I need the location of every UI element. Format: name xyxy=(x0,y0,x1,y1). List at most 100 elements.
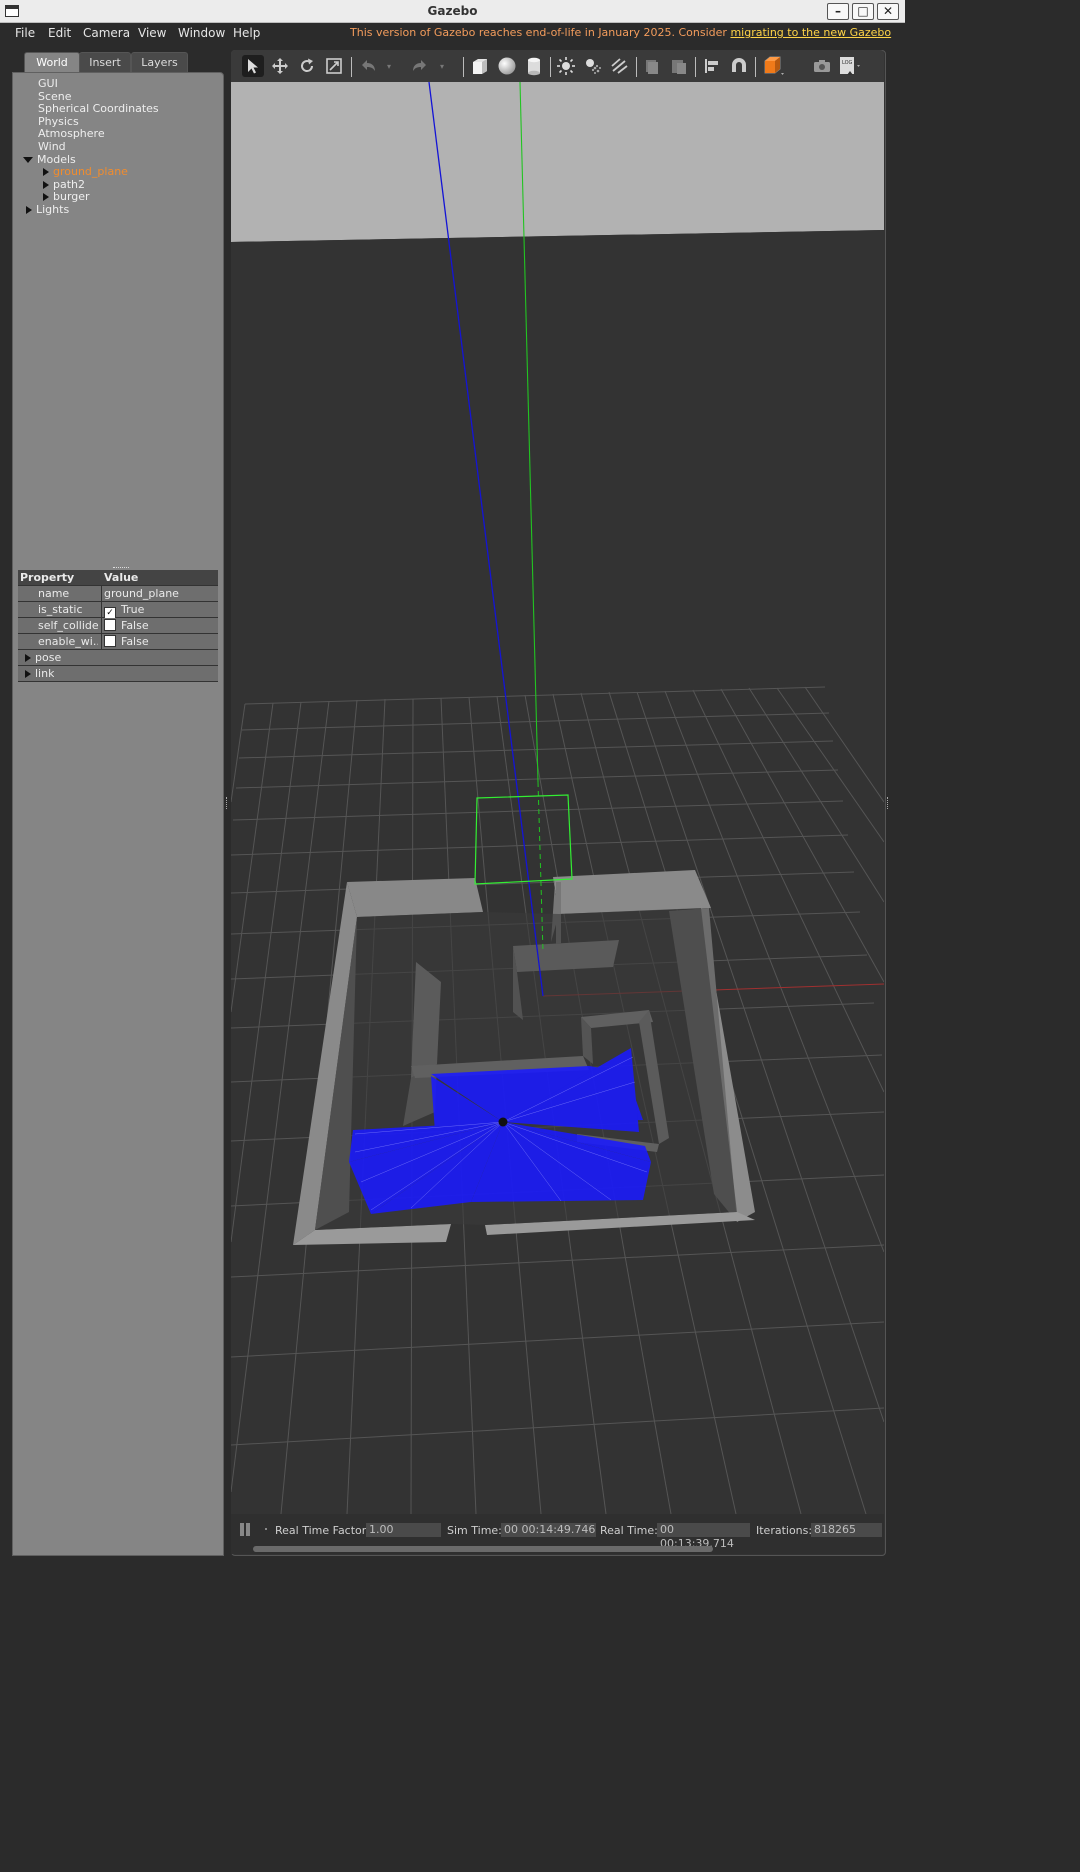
tree-item-lights[interactable]: Lights xyxy=(26,203,69,216)
menu-window[interactable]: Window xyxy=(178,26,225,40)
property-row-is-static[interactable]: is_static ✓ True xyxy=(18,602,218,619)
pause-icon-bar[interactable] xyxy=(246,1523,250,1536)
toolbar-separator xyxy=(463,57,464,77)
lights-label: Lights xyxy=(36,203,70,216)
checkbox-label: False xyxy=(121,635,149,648)
migration-link[interactable]: migrating to the new Gazebo xyxy=(730,26,891,39)
real-time-label: Real Time: xyxy=(600,1524,658,1537)
scale-icon[interactable] xyxy=(323,55,345,77)
menu-file[interactable]: File xyxy=(15,26,35,40)
collapsed-arrow-icon[interactable] xyxy=(43,193,49,201)
property-row-self-collide[interactable]: self_collide False xyxy=(18,618,218,634)
property-name: name xyxy=(38,587,70,600)
align-icon[interactable] xyxy=(701,55,723,77)
tree-item-wind[interactable]: Wind xyxy=(38,140,66,153)
tab-insert[interactable]: Insert xyxy=(79,52,131,72)
translate-icon[interactable] xyxy=(269,55,291,77)
tree-item-ground-plane[interactable]: ground_plane xyxy=(43,165,128,178)
log-icon[interactable]: LOG xyxy=(837,55,863,77)
checkbox-label: True xyxy=(121,603,145,616)
spot-light-icon[interactable] xyxy=(582,55,604,77)
sim-time-value: 00 00:14:49.746 xyxy=(501,1523,596,1537)
property-panel: Property Value name ground_plane is_stat… xyxy=(12,570,224,1556)
collapsed-arrow-icon[interactable] xyxy=(43,181,49,189)
collapsed-arrow-icon[interactable] xyxy=(25,670,31,678)
menu-view[interactable]: View xyxy=(138,26,166,40)
redo-icon[interactable] xyxy=(409,55,431,77)
paste-icon[interactable] xyxy=(668,55,690,77)
toolbar-separator xyxy=(755,57,756,77)
window-title: Gazebo xyxy=(427,4,478,18)
self-collide-checkbox[interactable] xyxy=(104,619,116,631)
left-panel: World Insert Layers GUI Scene Spherical … xyxy=(12,46,224,1556)
toolbar-separator xyxy=(636,57,637,77)
enable-wind-checkbox[interactable] xyxy=(104,635,116,647)
left-panel-grip[interactable] xyxy=(226,797,230,809)
tree-item-burger[interactable]: burger xyxy=(43,190,90,203)
property-value: ground_plane xyxy=(104,587,179,600)
screenshot-icon[interactable] xyxy=(811,55,833,77)
toolbar: ▾ ▾ LOG xyxy=(231,50,884,82)
collapsed-arrow-icon[interactable] xyxy=(26,206,32,214)
expanded-arrow-icon[interactable] xyxy=(23,157,33,163)
window-titlebar: Gazebo – □ ✕ xyxy=(0,0,905,23)
property-value: False xyxy=(104,619,214,632)
3d-viewport[interactable] xyxy=(230,81,885,1515)
toolbar-separator xyxy=(550,57,551,77)
pause-icon[interactable] xyxy=(240,1523,244,1536)
view-angle-icon[interactable] xyxy=(761,55,789,77)
right-panel-grip[interactable] xyxy=(887,797,891,809)
sim-time-label: Sim Time: xyxy=(447,1524,502,1537)
tab-layers[interactable]: Layers xyxy=(131,52,188,72)
iterations-value: 818265 xyxy=(811,1523,882,1537)
select-mode-icon[interactable] xyxy=(242,55,264,77)
snap-icon[interactable] xyxy=(728,55,750,77)
property-group-label: link xyxy=(25,667,54,680)
cylinder-icon[interactable] xyxy=(523,55,545,77)
tree-item-gui[interactable]: GUI xyxy=(38,77,58,90)
collapsed-arrow-icon[interactable] xyxy=(25,654,31,662)
property-row-enable-wind[interactable]: enable_wi... False xyxy=(18,634,218,650)
toolbar-separator xyxy=(695,57,696,77)
property-name: enable_wi... xyxy=(38,635,98,648)
copy-icon[interactable] xyxy=(641,55,663,77)
property-header-row: Property Value xyxy=(18,570,218,586)
point-light-icon[interactable] xyxy=(555,55,577,77)
menu-edit[interactable]: Edit xyxy=(48,26,71,40)
tab-world[interactable]: World xyxy=(24,52,80,72)
real-time-value: 00 00:13:39.714 xyxy=(657,1523,750,1550)
sphere-icon[interactable] xyxy=(496,55,518,77)
robot-burger xyxy=(498,1117,508,1127)
step-dot-icon[interactable] xyxy=(265,1528,267,1530)
property-group-pose[interactable]: pose xyxy=(18,650,218,666)
undo-dropdown-icon[interactable]: ▾ xyxy=(383,55,395,77)
redo-dropdown-icon[interactable]: ▾ xyxy=(436,55,448,77)
box-icon[interactable] xyxy=(469,55,491,77)
menu-help[interactable]: Help xyxy=(233,26,260,40)
real-time-factor-value: 1.00 xyxy=(366,1523,441,1537)
property-name: self_collide xyxy=(38,619,98,632)
property-name: is_static xyxy=(38,603,83,616)
collapsed-arrow-icon[interactable] xyxy=(43,168,49,176)
menu-bar: File Edit Camera View Window Help This v… xyxy=(0,23,905,43)
rotate-icon[interactable] xyxy=(296,55,318,77)
property-group-link[interactable]: link xyxy=(18,666,218,682)
property-row-name[interactable]: name ground_plane xyxy=(18,586,218,602)
directional-light-icon[interactable] xyxy=(609,55,631,77)
eol-notice: This version of Gazebo reaches end-of-li… xyxy=(350,26,891,39)
sky-background xyxy=(231,82,884,242)
property-header: Property xyxy=(20,571,75,584)
eol-notice-text: This version of Gazebo reaches end-of-li… xyxy=(350,26,731,39)
property-table: Property Value name ground_plane is_stat… xyxy=(18,570,218,682)
maximize-button[interactable]: □ xyxy=(852,3,874,20)
value-header: Value xyxy=(104,571,139,584)
close-button[interactable]: ✕ xyxy=(877,3,899,20)
undo-icon[interactable] xyxy=(357,55,379,77)
tree-item-atmosphere[interactable]: Atmosphere xyxy=(38,127,105,140)
horizontal-scrollbar[interactable] xyxy=(253,1546,713,1552)
menu-camera[interactable]: Camera xyxy=(83,26,130,40)
tree-item-spherical-coordinates[interactable]: Spherical Coordinates xyxy=(38,102,159,115)
checkbox-label: False xyxy=(121,619,149,632)
minimize-button[interactable]: – xyxy=(827,3,849,20)
log-icon-text: LOG xyxy=(842,60,853,66)
